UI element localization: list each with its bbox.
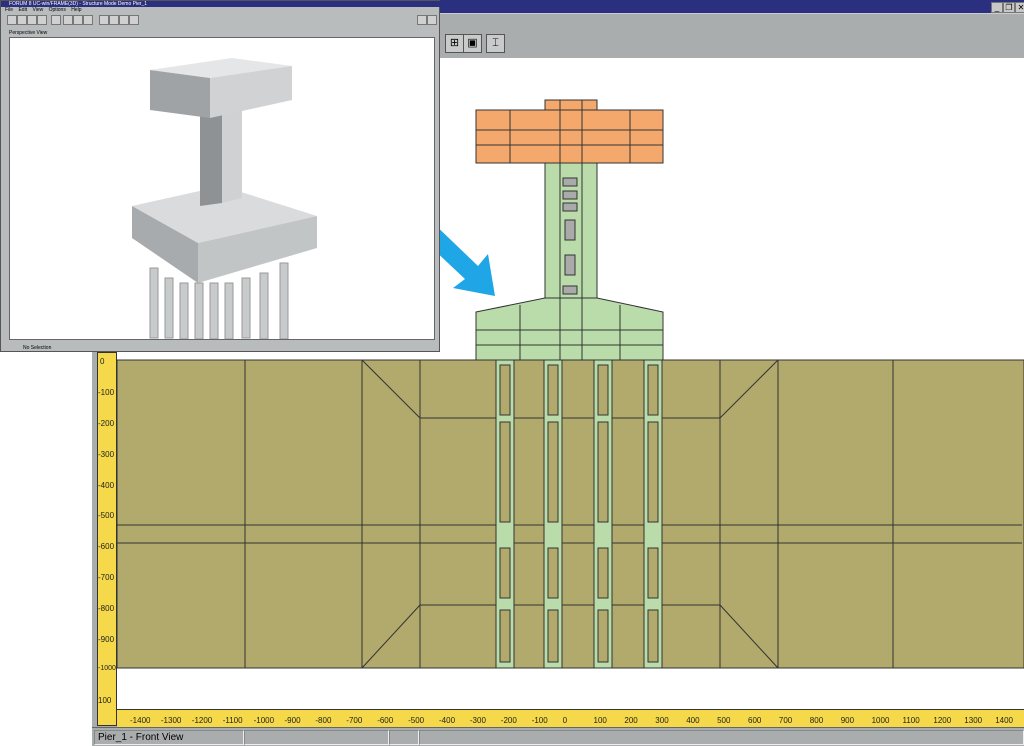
ruler-label: -1000 bbox=[98, 665, 116, 672]
toolbar-button[interactable] bbox=[73, 15, 83, 25]
ruler-label: -400 bbox=[439, 716, 456, 725]
ruler-label: 1300 bbox=[964, 716, 983, 725]
ruler-label: -400 bbox=[98, 481, 115, 490]
status-cell bbox=[419, 730, 1024, 745]
ruler-label: -200 bbox=[500, 716, 517, 725]
ruler-label: -1400 bbox=[130, 716, 151, 725]
ruler-label: 100 bbox=[593, 716, 607, 725]
toolbar-button[interactable] bbox=[51, 15, 61, 25]
ruler-label: -100 bbox=[98, 388, 115, 397]
ruler-label: -600 bbox=[98, 542, 115, 551]
ruler-label: -1200 bbox=[191, 716, 213, 725]
toolbar-button[interactable] bbox=[109, 15, 119, 25]
toolbar-button[interactable] bbox=[37, 15, 47, 25]
menu-options[interactable]: Options bbox=[49, 7, 66, 13]
status-cell bbox=[244, 730, 389, 745]
view-label: Perspective View bbox=[9, 30, 48, 36]
ruler-label: -300 bbox=[469, 716, 486, 725]
ruler-label: -200 bbox=[98, 419, 115, 428]
toolbar-button[interactable] bbox=[17, 15, 27, 25]
menu-edit[interactable]: Edit bbox=[18, 7, 27, 13]
ruler-label: 1000 bbox=[871, 716, 890, 725]
selection-status: No Selection bbox=[23, 345, 52, 351]
ruler-label: -1000 bbox=[253, 716, 275, 725]
status-bar: Pier_1 - Front View bbox=[92, 727, 1024, 746]
horizontal-ruler[interactable]: -1400 -1300 -1200 -1100 -1000 -900 -800 -700 -60… bbox=[117, 709, 1024, 728]
ruler-label: -300 bbox=[98, 450, 115, 459]
ruler-label: 500 bbox=[717, 716, 731, 725]
ruler-label: -500 bbox=[408, 716, 425, 725]
toolbar-button[interactable] bbox=[63, 15, 73, 25]
inset-status-bar: No Selection bbox=[1, 344, 441, 353]
ruler-label: -600 bbox=[377, 716, 394, 725]
toolbar-button[interactable] bbox=[83, 15, 93, 25]
ruler-label: 300 bbox=[655, 716, 669, 725]
toolbar-button[interactable] bbox=[99, 15, 109, 25]
ruler-label: 900 bbox=[840, 716, 855, 725]
ruler-label: 600 bbox=[748, 716, 762, 725]
menu-view[interactable]: View bbox=[32, 7, 43, 13]
ruler-label: -800 bbox=[315, 716, 332, 725]
perspective-view[interactable] bbox=[9, 37, 435, 340]
toolbar-button[interactable] bbox=[119, 15, 129, 25]
menu-file[interactable]: File bbox=[5, 7, 13, 13]
menu-help[interactable]: Help bbox=[71, 7, 81, 13]
toolbar-button[interactable] bbox=[7, 15, 17, 25]
ruler-label: -100 bbox=[531, 716, 548, 725]
ruler-label: -1300 bbox=[160, 716, 182, 725]
inset-toolbar bbox=[3, 14, 439, 26]
ruler-label: -900 bbox=[98, 635, 115, 644]
status-view-name: Pier_1 - Front View bbox=[94, 730, 244, 745]
ruler-label: 700 bbox=[778, 716, 793, 725]
ruler-label: -800 bbox=[98, 604, 115, 613]
ruler-label: 1400 bbox=[995, 716, 1013, 725]
ruler-label: -700 bbox=[98, 573, 115, 582]
ruler-label: 100 bbox=[98, 696, 112, 705]
toolbar-button[interactable] bbox=[27, 15, 37, 25]
ruler-label: 200 bbox=[624, 716, 638, 725]
ruler-label: -500 bbox=[98, 511, 115, 520]
ruler-label: 0 bbox=[562, 716, 568, 725]
ruler-label: -700 bbox=[346, 716, 363, 725]
perspective-window: FORUM 8 UC-win/FRAME(3D) - Structure Mod… bbox=[0, 0, 441, 353]
ruler-label: -1100 bbox=[222, 716, 243, 725]
ruler-label: 1200 bbox=[933, 716, 952, 725]
ruler-label: 400 bbox=[686, 716, 700, 725]
pier-3d-model bbox=[132, 58, 317, 340]
inset-menu-bar: File Edit View Options Help bbox=[1, 7, 441, 13]
ruler-label: 1100 bbox=[902, 716, 920, 725]
status-cell bbox=[389, 730, 419, 745]
ruler-label: 0 bbox=[100, 357, 105, 366]
footing bbox=[116, 359, 1024, 669]
toolbar-button[interactable] bbox=[417, 15, 427, 25]
ruler-label: -900 bbox=[284, 716, 301, 725]
vertical-ruler[interactable]: 0 -100 -200 -300 -400 -500 -600 -700 -80… bbox=[97, 352, 117, 726]
toolbar-button[interactable] bbox=[427, 15, 437, 25]
ruler-label: 800 bbox=[809, 716, 824, 725]
toolbar-button[interactable] bbox=[129, 15, 139, 25]
